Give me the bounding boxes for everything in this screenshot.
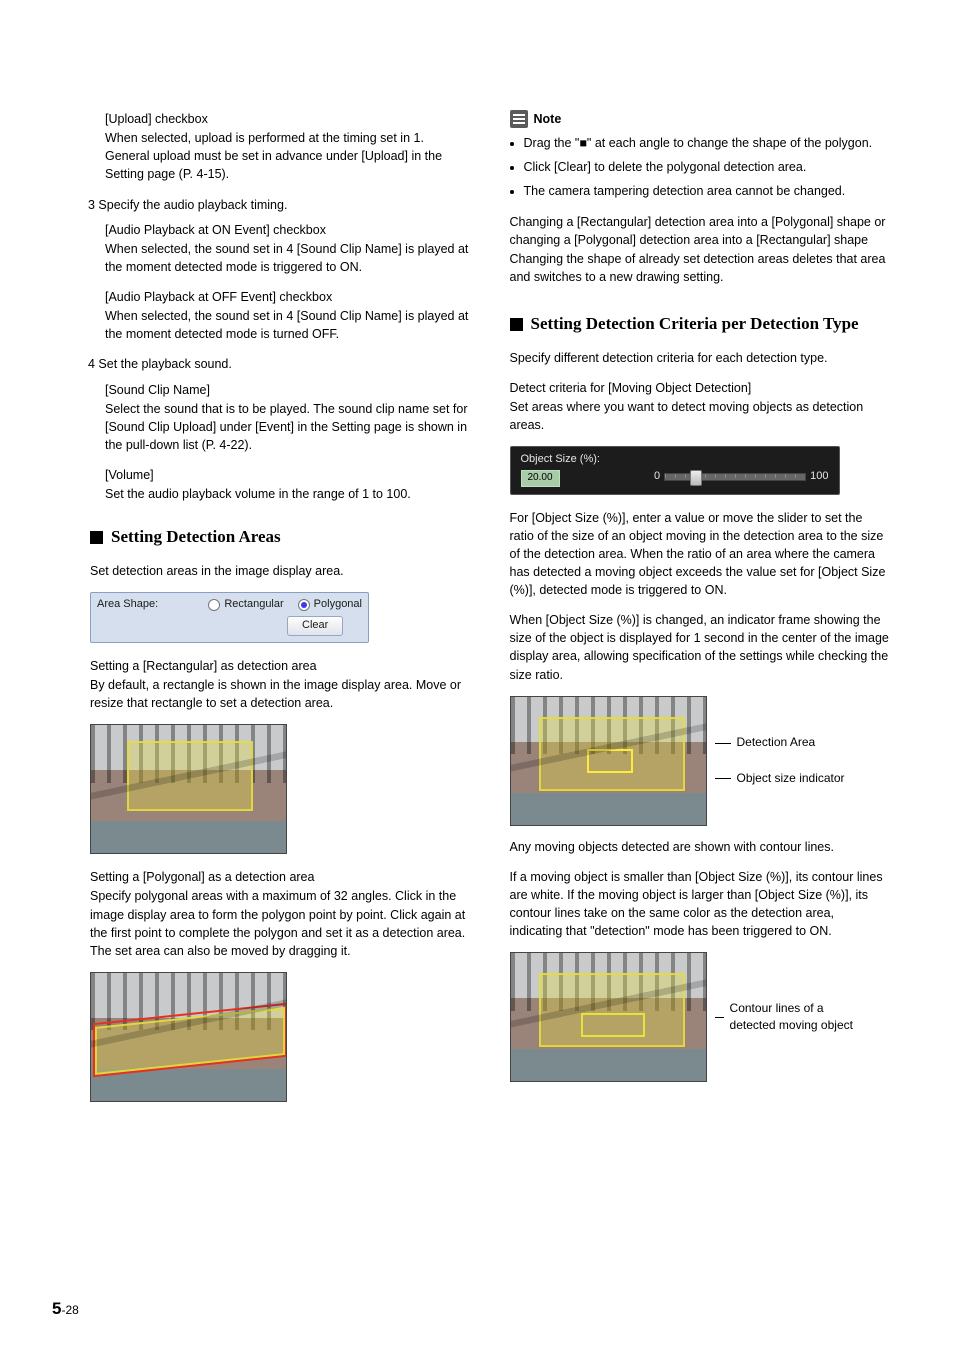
- detection-areas-intro: Set detection areas in the image display…: [90, 562, 470, 580]
- right-column: Note Drag the "■" at each angle to chang…: [510, 110, 890, 1102]
- square-bullet-icon: [510, 318, 523, 331]
- polygonal-area-heading: Setting a [Polygonal] as a detection are…: [90, 868, 470, 886]
- note-list: Drag the "■" at each angle to change the…: [510, 134, 890, 200]
- page-number: 5-28: [52, 1297, 79, 1322]
- figure-contour-lines: Contour lines of a detected moving objec…: [510, 952, 890, 1082]
- contour-para-2: If a moving object is smaller than [Obje…: [510, 868, 890, 941]
- changing-shape-heading: Changing a [Rectangular] detection area …: [510, 213, 890, 249]
- rectangular-area-text: By default, a rectangle is shown in the …: [90, 676, 470, 712]
- object-size-explanation-2: When [Object Size (%)] is changed, an in…: [510, 611, 890, 684]
- moving-object-detection-heading: Detect criteria for [Moving Object Detec…: [510, 379, 890, 397]
- figure-polygonal-detection-area: [90, 972, 287, 1102]
- radio-icon: [208, 599, 220, 611]
- area-shape-label: Area Shape:: [97, 597, 158, 613]
- slider-max-label: 100: [810, 469, 828, 485]
- radio-polygonal[interactable]: Polygonal: [298, 597, 362, 613]
- note-item-1: Drag the "■" at each angle to change the…: [524, 134, 890, 152]
- note-item-3: The camera tampering detection area cann…: [524, 182, 890, 200]
- upload-checkbox-label: [Upload] checkbox: [105, 110, 470, 128]
- moving-object-detection-text: Set areas where you want to detect movin…: [510, 398, 890, 434]
- heading-setting-detection-areas: Setting Detection Areas: [90, 525, 470, 550]
- criteria-intro: Specify different detection criteria for…: [510, 349, 890, 367]
- step-4-label: 4 Set the playback sound.: [88, 355, 470, 373]
- volume-text: Set the audio playback volume in the ran…: [105, 485, 470, 503]
- note-item-2: Click [Clear] to delete the polygonal de…: [524, 158, 890, 176]
- camera-still: [510, 696, 707, 826]
- square-bullet-icon: [90, 531, 103, 544]
- slider-thumb-icon[interactable]: [690, 470, 702, 486]
- note-heading: Note: [510, 110, 890, 128]
- heading-text: Setting Detection Areas: [111, 525, 281, 550]
- heading-setting-detection-criteria: Setting Detection Criteria per Detection…: [510, 312, 890, 337]
- radio-icon: [298, 599, 310, 611]
- object-size-explanation-1: For [Object Size (%)], enter a value or …: [510, 509, 890, 600]
- callout-detection-area: Detection Area: [715, 734, 845, 751]
- slider-min-label: 0: [654, 469, 660, 485]
- camera-still: [510, 952, 707, 1082]
- sound-clip-name-label: [Sound Clip Name]: [105, 381, 470, 399]
- object-size-slider[interactable]: [664, 473, 806, 481]
- audio-on-event-text: When selected, the sound set in 4 [Sound…: [105, 240, 470, 276]
- changing-shape-text: Changing the shape of already set detect…: [510, 250, 890, 286]
- figure-rectangular-detection-area: [90, 724, 287, 854]
- heading-text: Setting Detection Criteria per Detection…: [531, 312, 859, 337]
- sound-clip-name-text: Select the sound that is to be played. T…: [105, 400, 470, 454]
- object-size-input[interactable]: 20.00: [521, 470, 560, 487]
- volume-label: [Volume]: [105, 466, 470, 484]
- figure-detection-area-indicator: Detection Area Object size indicator: [510, 696, 890, 826]
- audio-off-event-text: When selected, the sound set in 4 [Sound…: [105, 307, 470, 343]
- radio-rectangular[interactable]: Rectangular: [208, 597, 283, 613]
- radio-polygonal-label: Polygonal: [314, 597, 362, 613]
- callout-object-size-indicator: Object size indicator: [715, 770, 845, 787]
- page-suffix: -28: [61, 1303, 78, 1317]
- rectangular-area-heading: Setting a [Rectangular] as detection are…: [90, 657, 470, 675]
- radio-rectangular-label: Rectangular: [224, 597, 283, 613]
- left-column: [Upload] checkbox When selected, upload …: [90, 110, 470, 1102]
- clear-button[interactable]: Clear: [287, 616, 343, 636]
- object-size-label: Object Size (%):: [521, 452, 829, 468]
- contour-para-1: Any moving objects detected are shown wi…: [510, 838, 890, 856]
- callout-contour-lines: Contour lines of a detected moving objec…: [715, 1000, 855, 1035]
- object-size-panel: Object Size (%): 20.00 0 100: [510, 446, 840, 494]
- note-label: Note: [534, 110, 562, 128]
- audio-on-event-label: [Audio Playback at ON Event] checkbox: [105, 221, 470, 239]
- step-3-label: 3 Specify the audio playback timing.: [88, 196, 470, 214]
- note-icon: [510, 110, 528, 128]
- upload-checkbox-text: When selected, upload is performed at th…: [105, 129, 470, 183]
- area-shape-panel: Area Shape: Rectangular Polygonal Clear: [90, 592, 369, 643]
- polygonal-area-text: Specify polygonal areas with a maximum o…: [90, 887, 470, 960]
- audio-off-event-label: [Audio Playback at OFF Event] checkbox: [105, 288, 470, 306]
